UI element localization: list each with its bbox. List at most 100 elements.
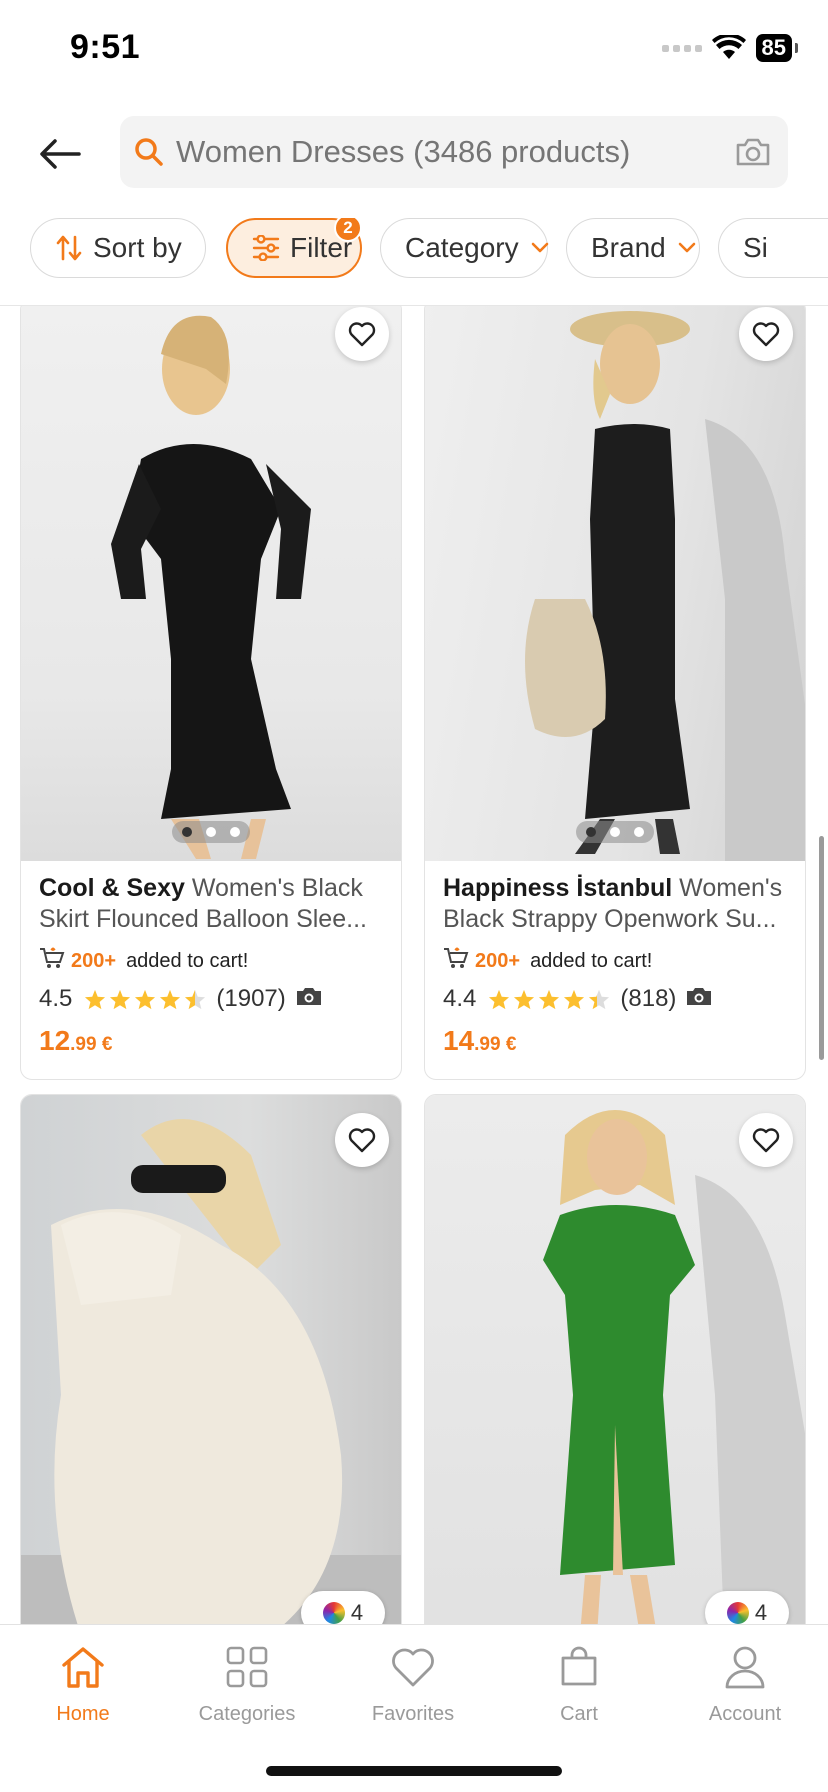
search-input[interactable]: [176, 134, 716, 170]
product-brand: Cool & Sexy: [39, 874, 185, 902]
status-bar: 9:51 85: [0, 0, 828, 100]
bag-icon: [553, 1641, 605, 1693]
image-carousel-dots: [172, 821, 250, 843]
star-rating-icon: [84, 989, 206, 1010]
product-grid: Cool & Sexy Women's Black Skirt Flounced…: [0, 306, 828, 1624]
heart-icon: [348, 1128, 376, 1153]
camera-search-icon[interactable]: [734, 134, 772, 170]
cart-icon: [39, 947, 65, 975]
favorite-button[interactable]: [739, 1113, 793, 1167]
product-photo: [111, 315, 311, 859]
sliders-icon: [252, 235, 280, 261]
rating-row: 4.4 (818): [443, 985, 787, 1013]
user-icon: [719, 1641, 771, 1693]
product-title: Cool & Sexy Women's Black Skirt Flounced…: [39, 873, 383, 935]
color-variants-badge[interactable]: 4: [301, 1591, 385, 1624]
filter-chips-row: Sort by Filter 2 Category Brand Si: [30, 218, 828, 278]
sort-by-chip[interactable]: Sort by: [30, 218, 206, 278]
nav-cart-label: Cart: [560, 1703, 598, 1725]
scrollbar[interactable]: [819, 836, 824, 1060]
cart-icon: [443, 947, 469, 975]
price-integer: 12: [39, 1025, 71, 1056]
nav-cart[interactable]: Cart: [496, 1641, 662, 1726]
category-label: Category: [405, 232, 519, 263]
product-image[interactable]: 4: [425, 1095, 805, 1624]
cart-text: added to cart!: [530, 949, 653, 972]
photo-reviews-icon: [296, 985, 322, 1013]
rating-value: 4.4: [443, 985, 477, 1012]
nav-categories-label: Categories: [198, 1703, 296, 1725]
grid-icon: [221, 1641, 273, 1693]
product-photo: [525, 311, 805, 861]
heart-icon: [752, 1128, 780, 1153]
sort-arrows-icon: [55, 234, 83, 262]
nav-home[interactable]: Home: [0, 1641, 166, 1726]
image-carousel-dots: [576, 821, 654, 843]
product-info: Cool & Sexy Women's Black Skirt Flounced…: [21, 861, 401, 1075]
cellular-signal-icon: [661, 44, 702, 52]
back-button[interactable]: [36, 130, 84, 178]
search-bar[interactable]: [120, 116, 788, 188]
status-time: 9:51: [70, 28, 141, 66]
nav-home-label: Home: [56, 1703, 110, 1725]
nav-account[interactable]: Account: [662, 1641, 828, 1726]
favorite-button[interactable]: [335, 307, 389, 361]
product-image[interactable]: [21, 306, 401, 861]
price-decimal: .99 €: [474, 1034, 517, 1055]
home-icon: [57, 1641, 109, 1693]
status-icons: 85: [661, 34, 799, 62]
home-indicator[interactable]: [266, 1766, 562, 1776]
product-card[interactable]: 4: [424, 1094, 806, 1624]
product-title: Happiness İstanbul Women's Black Strappy…: [443, 873, 787, 935]
filter-chip[interactable]: Filter 2: [226, 218, 362, 278]
cart-popularity: 200+ added to cart!: [443, 947, 787, 975]
cart-text: added to cart!: [126, 949, 249, 972]
review-count: (818): [620, 985, 677, 1012]
product-card[interactable]: Cool & Sexy Women's Black Skirt Flounced…: [20, 306, 402, 1080]
product-photo: [21, 1119, 401, 1624]
variant-count: 4: [350, 1600, 364, 1624]
chevron-down-icon: [531, 242, 549, 254]
nav-favorites[interactable]: Favorites: [330, 1641, 496, 1726]
search-header: [0, 116, 828, 190]
rating-value: 4.5: [39, 985, 73, 1012]
product-card[interactable]: Happiness İstanbul Women's Black Strappy…: [424, 306, 806, 1080]
product-image[interactable]: [425, 306, 805, 861]
product-photo: [543, 1110, 805, 1624]
size-chip[interactable]: Si: [718, 218, 828, 278]
review-count: (1907): [216, 985, 286, 1012]
product-info: Happiness İstanbul Women's Black Strappy…: [425, 861, 805, 1075]
sort-by-label: Sort by: [93, 232, 182, 263]
search-icon: [132, 135, 166, 169]
battery-indicator: 85: [755, 34, 799, 62]
product-price: 12.99 €: [39, 1025, 383, 1057]
product-price: 14.99 €: [443, 1025, 787, 1057]
wifi-icon: [711, 35, 746, 59]
brand-chip[interactable]: Brand: [566, 218, 700, 278]
photo-reviews-icon: [686, 985, 712, 1013]
nav-favorites-label: Favorites: [371, 1703, 455, 1725]
color-variants-badge[interactable]: 4: [705, 1591, 789, 1624]
variant-count: 4: [754, 1600, 768, 1624]
cart-count: 200+: [71, 949, 117, 972]
star-rating-icon: [488, 989, 610, 1010]
nav-account-label: Account: [708, 1703, 782, 1725]
nav-categories[interactable]: Categories: [164, 1641, 330, 1726]
heart-icon: [348, 322, 376, 347]
color-swatch-icon: [726, 1602, 749, 1624]
size-label: Si: [743, 232, 768, 263]
product-image[interactable]: 4: [21, 1095, 401, 1624]
favorite-button[interactable]: [335, 1113, 389, 1167]
category-chip[interactable]: Category: [380, 218, 548, 278]
brand-label: Brand: [591, 232, 666, 263]
price-decimal: .99 €: [70, 1034, 113, 1055]
product-card[interactable]: 4: [20, 1094, 402, 1624]
cart-count: 200+: [475, 949, 521, 972]
chevron-down-icon: [678, 242, 696, 254]
favorite-button[interactable]: [739, 307, 793, 361]
product-brand: Happiness İstanbul: [443, 874, 673, 902]
color-swatch-icon: [322, 1602, 345, 1624]
heart-icon: [387, 1641, 439, 1693]
heart-icon: [752, 322, 780, 347]
price-integer: 14: [443, 1025, 475, 1056]
